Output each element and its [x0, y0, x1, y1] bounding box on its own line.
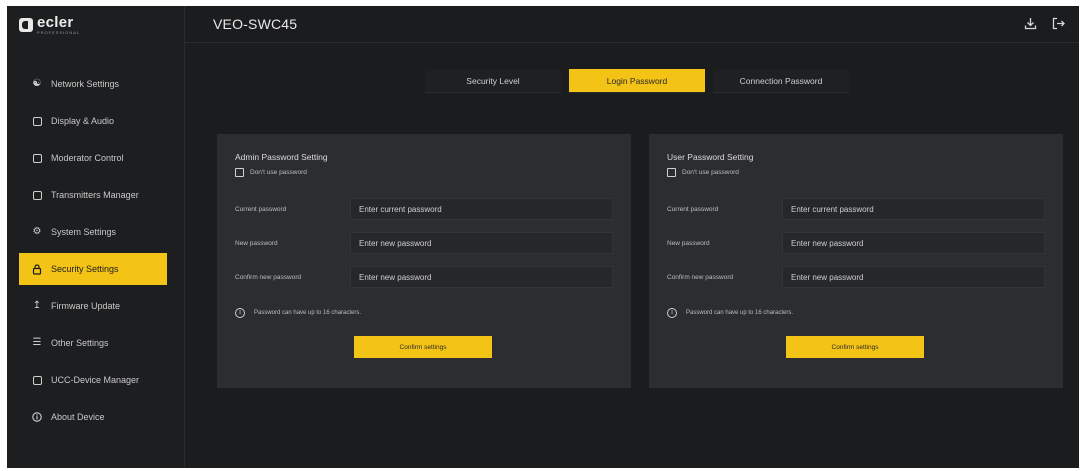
sidebar-item-firmware-update[interactable]: ↥ Firmware Update	[19, 290, 167, 322]
lock-icon	[32, 263, 42, 275]
field-label: Confirm new password	[667, 273, 734, 281]
user-confirm-password-input[interactable]	[782, 266, 1045, 288]
sidebar-item-about-device[interactable]: About Device	[19, 401, 167, 433]
user-current-password-input[interactable]	[782, 198, 1045, 220]
admin-no-password-checkbox[interactable]	[235, 168, 244, 177]
sidebar-item-label: Transmitters Manager	[51, 190, 139, 200]
sidebar-item-label: About Device	[51, 412, 105, 422]
page-title: VEO-SWC45	[213, 16, 298, 32]
display-icon	[32, 116, 42, 126]
sidebar-item-system-settings[interactable]: ⚙ System Settings	[19, 216, 167, 248]
admin-confirm-button[interactable]: Confirm settings	[354, 336, 492, 358]
header: VEO-SWC45	[185, 6, 1079, 43]
sidebar-item-label: System Settings	[51, 227, 117, 237]
sidebar-item-label: Firmware Update	[51, 301, 121, 311]
panel-title: Admin Password Setting	[235, 152, 328, 162]
brand-logo: ecler PROFESSIONAL	[19, 12, 80, 38]
admin-confirm-password-input[interactable]	[350, 266, 613, 288]
brand-name: ecler	[37, 14, 74, 31]
field-label: Confirm new password	[235, 273, 302, 281]
password-note: i Password can have up to 16 characters.	[235, 308, 361, 318]
tab-connection-password[interactable]: Connection Password	[713, 69, 849, 93]
sidebar-item-ucc-device-manager[interactable]: UCC-Device Manager	[19, 364, 167, 396]
user-no-password-checkbox[interactable]	[667, 168, 676, 177]
field-label: New password	[667, 239, 710, 247]
password-note: i Password can have up to 16 characters.	[667, 308, 793, 318]
logo-mark-icon	[19, 18, 33, 32]
tab-security-level[interactable]: Security Level	[425, 69, 561, 93]
gear-icon: ⚙	[32, 226, 42, 237]
sidebar-item-transmitters-manager[interactable]: Transmitters Manager	[19, 179, 167, 211]
user-new-password-input[interactable]	[782, 232, 1045, 254]
note-text: Password can have up to 16 characters.	[254, 310, 362, 316]
info-icon: i	[667, 308, 677, 318]
transmitter-icon	[32, 190, 42, 200]
info-icon	[32, 412, 42, 422]
sidebar-item-network-settings[interactable]: ☯ Network Settings	[19, 68, 167, 100]
upload-icon: ↥	[32, 300, 42, 311]
tab-bar: Security Level Login Password Connection…	[425, 69, 849, 93]
device-manager-icon	[32, 375, 42, 385]
sidebar-item-label: UCC-Device Manager	[51, 375, 140, 385]
admin-current-password-input[interactable]	[350, 198, 613, 220]
info-icon: i	[235, 308, 245, 318]
note-text: Password can have up to 16 characters.	[686, 310, 794, 316]
tab-login-password[interactable]: Login Password	[569, 69, 705, 93]
sidebar-item-moderator-control[interactable]: Moderator Control	[19, 142, 167, 174]
field-label: Current password	[235, 205, 287, 213]
sidebar-item-label: Display & Audio	[51, 116, 115, 126]
app-window: ecler PROFESSIONAL ☯ Network Settings Di…	[7, 6, 1079, 468]
sidebar: ecler PROFESSIONAL ☯ Network Settings Di…	[7, 6, 185, 468]
field-label: New password	[235, 239, 278, 247]
panel-title: User Password Setting	[667, 152, 754, 162]
sidebar-item-other-settings[interactable]: ☰ Other Settings	[19, 327, 167, 359]
download-icon[interactable]	[1023, 17, 1037, 31]
checkbox-label: Don't use password	[250, 169, 307, 176]
sidebar-item-display-audio[interactable]: Display & Audio	[19, 105, 167, 137]
sidebar-item-label: Moderator Control	[51, 153, 124, 163]
field-label: Current password	[667, 205, 719, 213]
sidebar-item-label: Security Settings	[51, 264, 119, 274]
sidebar-item-security-settings[interactable]: Security Settings	[19, 253, 167, 285]
user-confirm-button[interactable]: Confirm settings	[786, 336, 924, 358]
sidebar-nav: ☯ Network Settings Display & Audio Moder…	[19, 68, 167, 438]
sliders-icon: ☰	[32, 337, 42, 348]
logout-icon[interactable]	[1051, 17, 1065, 31]
moderator-icon	[32, 153, 42, 163]
admin-password-panel: Admin Password Setting Don't use passwor…	[217, 134, 631, 388]
checkbox-label: Don't use password	[682, 169, 739, 176]
admin-new-password-input[interactable]	[350, 232, 613, 254]
sidebar-item-label: Other Settings	[51, 338, 109, 348]
brand-tagline: PROFESSIONAL	[37, 30, 81, 35]
user-password-panel: User Password Setting Don't use password…	[649, 134, 1063, 388]
sidebar-item-label: Network Settings	[51, 79, 120, 89]
network-icon: ☯	[32, 78, 42, 89]
